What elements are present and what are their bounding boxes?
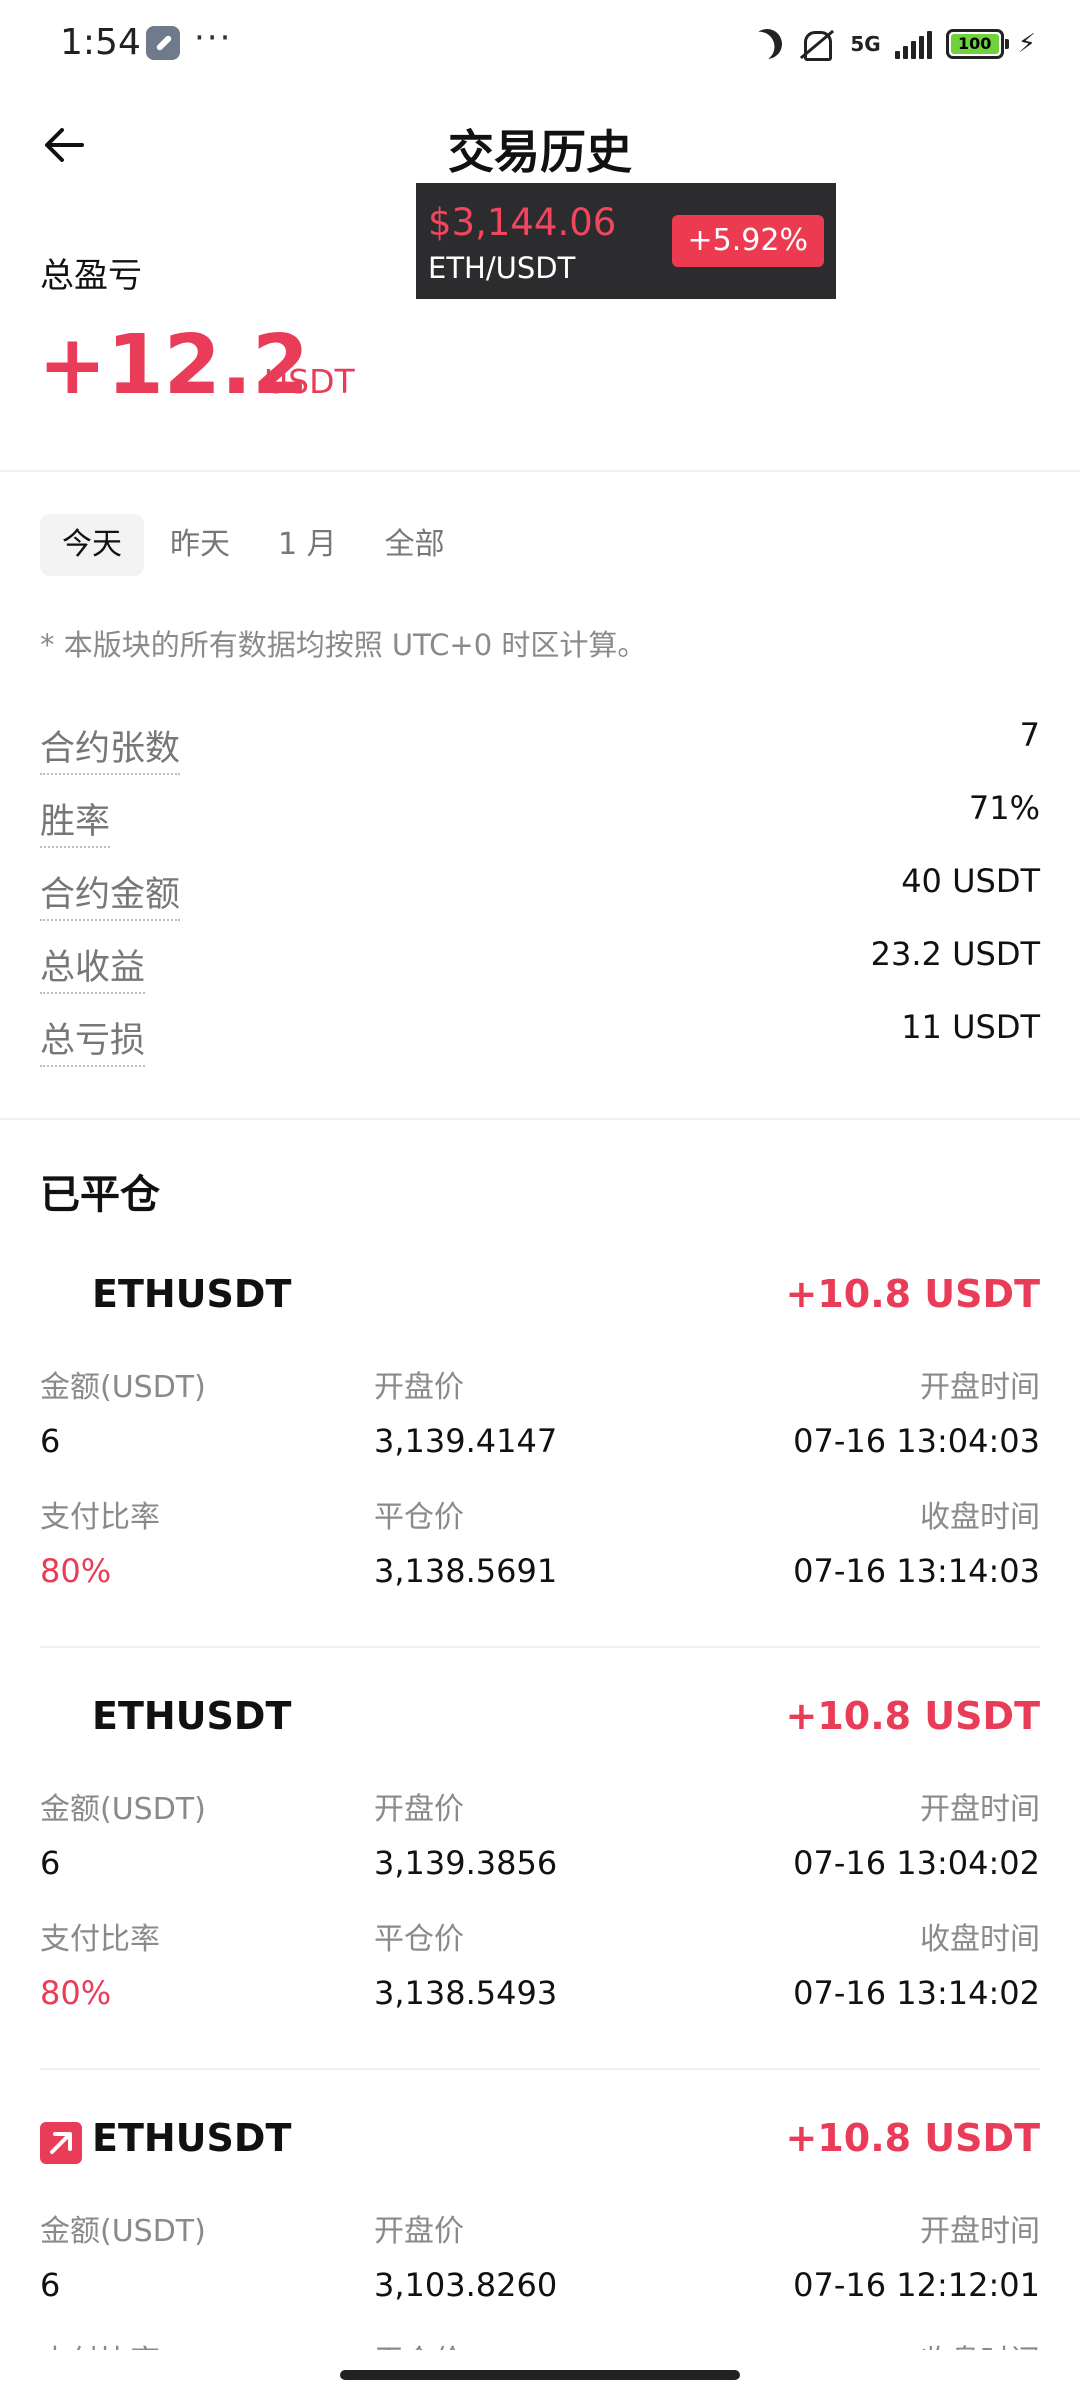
stat-label[interactable]: 合约金额 [40, 866, 181, 921]
stat-value: 23.2 USDT [870, 935, 1040, 973]
status-icons: 5G 100 ⚡ [752, 24, 1036, 64]
tab-yesterday[interactable]: 昨天 [148, 514, 252, 576]
stat-row-loss: 总亏损 11 USDT [40, 1004, 1040, 1067]
open-price-label: 开盘价 [374, 1792, 464, 1827]
tab-month[interactable]: 1 月 [256, 514, 359, 576]
ticker-price: $3,144.06 [428, 201, 617, 244]
trade-card[interactable]: ETHUSDT +10.8 USDT 金额(USDT) 开盘价 开盘时间 6 3… [40, 2116, 1040, 2379]
stat-value: 11 USDT [901, 1008, 1040, 1046]
arrow-up-right-icon [40, 2122, 82, 2164]
stat-row-contracts: 合约张数 7 [40, 712, 1040, 775]
stat-row-profit: 总收益 23.2 USDT [40, 931, 1040, 994]
divider [40, 2068, 1040, 2070]
amount-label: 金额(USDT) [40, 1792, 206, 1827]
open-price-label: 开盘价 [374, 2214, 464, 2249]
trade-pnl: +10.8 USDT [785, 1272, 1040, 1316]
tab-all[interactable]: 全部 [363, 514, 467, 576]
open-time-value: 07-16 12:12:01 [793, 2266, 1040, 2304]
stat-row-amount: 合约金额 40 USDT [40, 858, 1040, 921]
trade-symbol: ETHUSDT [92, 1272, 292, 1316]
timezone-note: * 本版块的所有数据均按照 UTC+0 时区计算。 [40, 628, 647, 662]
open-price-label: 开盘价 [374, 1370, 464, 1405]
price-ticker[interactable]: $3,144.06 ETH/USDT +5.92% [416, 183, 836, 299]
mute-icon [796, 27, 836, 61]
close-time-value: 07-16 13:14:03 [793, 1552, 1040, 1590]
payout-rate-value: 80% [40, 1552, 112, 1590]
ticker-pair: ETH/USDT [428, 251, 576, 285]
stat-row-winrate: 胜率 71% [40, 785, 1040, 848]
closed-positions-title: 已平仓 [40, 1172, 160, 1218]
open-time-label: 开盘时间 [920, 1792, 1040, 1827]
close-time-label: 收盘时间 [920, 1500, 1040, 1535]
trade-card[interactable]: ETHUSDT +10.8 USDT 金额(USDT) 开盘价 开盘时间 6 3… [40, 1694, 1040, 2034]
close-time-value: 07-16 13:14:02 [793, 1974, 1040, 2012]
signal-icon [894, 29, 932, 59]
trade-pnl: +10.8 USDT [785, 1694, 1040, 1738]
close-price-label: 平仓价 [374, 1922, 464, 1957]
stat-label[interactable]: 胜率 [40, 793, 111, 848]
more-notifications-icon: ··· [194, 18, 233, 58]
close-price-value: 3,138.5691 [374, 1552, 558, 1590]
open-time-value: 07-16 13:04:03 [793, 1422, 1040, 1460]
trade-card[interactable]: ETHUSDT +10.8 USDT 金额(USDT) 开盘价 开盘时间 6 3… [40, 1272, 1040, 1612]
trade-symbol: ETHUSDT [92, 1694, 292, 1738]
close-time-label: 收盘时间 [920, 1922, 1040, 1957]
ticker-change-badge: +5.92% [671, 215, 824, 267]
battery-icon: 100 [945, 29, 1009, 59]
network-type: 5G [850, 32, 881, 56]
close-price-label: 平仓价 [374, 1500, 464, 1535]
wrench-icon [146, 26, 180, 60]
payout-rate-label: 支付比率 [40, 1500, 160, 1535]
status-time: 1:54 [60, 22, 141, 63]
total-pnl-unit: USDT [264, 362, 355, 401]
amount-value: 6 [40, 1422, 61, 1460]
total-pnl-label: 总盈亏 [40, 256, 142, 296]
trade-symbol: ETHUSDT [92, 2116, 292, 2160]
stat-value: 7 [1019, 716, 1040, 754]
period-tabs: 今天 昨天 1 月 全部 [40, 514, 467, 576]
payout-rate-label: 支付比率 [40, 1922, 160, 1957]
divider [0, 470, 1080, 472]
moon-icon [748, 25, 786, 63]
payout-rate-value: 80% [40, 1974, 112, 2012]
amount-value: 6 [40, 2266, 61, 2304]
tab-today[interactable]: 今天 [40, 514, 144, 576]
page-title: 交易历史 [448, 125, 632, 179]
stat-value: 71% [968, 789, 1040, 827]
amount-label: 金额(USDT) [40, 2214, 206, 2249]
open-price-value: 3,103.8260 [374, 2266, 558, 2304]
amount-label: 金额(USDT) [40, 1370, 206, 1405]
stat-label[interactable]: 合约张数 [40, 720, 181, 775]
divider [0, 1118, 1080, 1120]
divider [40, 1646, 1040, 1648]
amount-value: 6 [40, 1844, 61, 1882]
battery-level: 100 [950, 34, 999, 54]
close-price-value: 3,138.5493 [374, 1974, 558, 2012]
trade-pnl: +10.8 USDT [785, 2116, 1040, 2160]
stat-value: 40 USDT [901, 862, 1040, 900]
open-time-label: 开盘时间 [920, 2214, 1040, 2249]
open-price-value: 3,139.3856 [374, 1844, 558, 1882]
open-time-value: 07-16 13:04:02 [793, 1844, 1040, 1882]
status-bar: 1:54 ··· 5G 100 ⚡ [0, 0, 1080, 92]
home-indicator[interactable] [340, 2370, 740, 2380]
charging-icon: ⚡ [1017, 29, 1036, 59]
open-price-value: 3,139.4147 [374, 1422, 558, 1460]
open-time-label: 开盘时间 [920, 1370, 1040, 1405]
stat-label[interactable]: 总亏损 [40, 1012, 146, 1067]
stat-label[interactable]: 总收益 [40, 939, 146, 994]
